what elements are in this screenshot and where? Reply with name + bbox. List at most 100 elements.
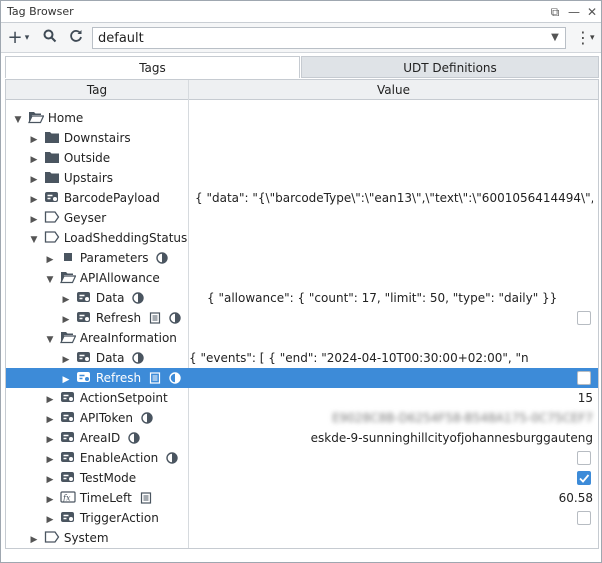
tag-name: Refresh (95, 371, 142, 385)
tag-value[interactable]: { "events": [ { "end": "2024-04-10T00:30… (189, 348, 593, 368)
chevron-right-icon[interactable]: ▶ (28, 130, 40, 150)
tag-name: Upstairs (63, 171, 114, 185)
checkmark-icon (579, 474, 590, 483)
tag-provider-value: default (98, 31, 144, 46)
folder-icon (44, 132, 59, 143)
scripted-badge-icon (169, 372, 181, 384)
chevron-down-icon[interactable]: ▼ (547, 29, 563, 47)
tag-name: System (63, 531, 109, 545)
tag-name: EnableAction (79, 451, 159, 465)
refresh-checkbox[interactable] (577, 371, 591, 385)
tag-value[interactable]: 60.58 (189, 488, 593, 508)
memory-tag-icon (60, 412, 74, 422)
popout-icon[interactable]: ⧉ (547, 4, 563, 20)
tree-row-areainformation-data[interactable]: ▶ Data { "events": [ { "end": "2024-04-1… (6, 348, 598, 368)
tree-row-enableaction[interactable]: ▶ EnableAction (6, 448, 598, 468)
tree-row-geyser[interactable]: ▶ Geyser (6, 208, 598, 228)
tree-row-apitoken[interactable]: ▶ APIToken E9028C8B-D6254F58-B548A175-0C… (6, 408, 598, 428)
tag-name: Parameters (79, 251, 149, 265)
scripted-badge-icon (156, 252, 169, 264)
minimize-icon[interactable]: — (566, 4, 582, 20)
chevron-down-icon[interactable]: ▼ (28, 230, 40, 250)
tree-row-apiallowance-refresh[interactable]: ▶ Refresh (6, 308, 598, 328)
tree-row-upstairs[interactable]: ▶ Upstairs (6, 168, 598, 188)
tree-row-areainformation[interactable]: ▼ AreaInformation (6, 328, 598, 348)
udt-instance-icon (44, 211, 60, 223)
tree-row-actionsetpoint[interactable]: ▶ ActionSetpoint 15 (6, 388, 598, 408)
refresh-checkbox[interactable] (577, 311, 591, 325)
tab-udt-definitions[interactable]: UDT Definitions (301, 56, 599, 78)
chevron-right-icon[interactable]: ▶ (44, 390, 56, 410)
chevron-right-icon[interactable]: ▶ (44, 470, 56, 490)
tag-provider-select[interactable]: default ▼ (92, 27, 566, 49)
search-icon[interactable] (41, 27, 59, 49)
memory-tag-icon (60, 452, 74, 462)
chevron-right-icon[interactable]: ▶ (28, 210, 40, 230)
tree-row-apiallowance-data[interactable]: ▶ Data { "allowance": { "count": 17, "li… (6, 288, 598, 308)
more-options-dropdown-icon[interactable]: ▾ (590, 29, 595, 47)
chevron-right-icon[interactable]: ▶ (44, 250, 56, 270)
more-options-icon[interactable]: ⋮ (575, 29, 591, 47)
chevron-down-icon[interactable]: ▼ (44, 330, 56, 350)
chevron-right-icon[interactable]: ▶ (44, 510, 56, 530)
open-folder-icon (59, 332, 76, 344)
triggeraction-checkbox[interactable] (577, 511, 591, 525)
chevron-right-icon[interactable]: ▶ (60, 350, 72, 370)
document-badge-icon (149, 372, 161, 384)
testmode-checkbox[interactable] (577, 471, 591, 485)
chevron-right-icon[interactable]: ▶ (28, 530, 40, 548)
memory-tag-icon (60, 432, 74, 442)
tag-name: TimeLeft (79, 491, 132, 505)
scripted-badge-icon (166, 452, 178, 464)
tag-name: Geyser (63, 211, 107, 225)
tag-name: Refresh (95, 311, 142, 325)
column-header-tag[interactable]: Tag (6, 80, 188, 100)
open-folder-icon (27, 112, 44, 124)
chevron-right-icon[interactable]: ▶ (60, 370, 72, 390)
tag-name: Outside (63, 151, 111, 165)
tree-row-apiallowance[interactable]: ▼ APIAllowance (6, 268, 598, 288)
chevron-down-icon[interactable]: ▼ (12, 110, 24, 130)
tree-row-areaid[interactable]: ▶ AreaID eskde-9-sunninghillcityofjohann… (6, 428, 598, 448)
tag-name: APIToken (79, 411, 133, 425)
enableaction-checkbox[interactable] (577, 451, 591, 465)
tree-row-loadsheddingstatus[interactable]: ▼ LoadSheddingStatus (6, 228, 598, 248)
tag-value[interactable]: { "data": "{\"barcodeType\":\"ean13\",\"… (189, 188, 593, 208)
tag-value-redacted[interactable]: E9028C8B-D6254F58-B548A175-0C75CEF7 (189, 408, 593, 428)
add-dropdown-icon[interactable]: ▾ (23, 27, 31, 49)
tree-row-barcodepayload[interactable]: ▶ BarcodePayload { "data": "{\"barcodeTy… (6, 188, 598, 208)
tag-name: TestMode (79, 471, 137, 485)
tree-row-outside[interactable]: ▶ Outside (6, 148, 598, 168)
chevron-right-icon[interactable]: ▶ (60, 290, 72, 310)
chevron-right-icon[interactable]: ▶ (44, 490, 56, 510)
chevron-right-icon[interactable]: ▶ (44, 430, 56, 450)
chevron-right-icon[interactable]: ▶ (44, 410, 56, 430)
tree-row-system[interactable]: ▶ System (6, 528, 598, 548)
tab-tags[interactable]: Tags (5, 56, 300, 78)
tree-row-home[interactable]: ▼ Home (6, 108, 598, 128)
tag-value[interactable]: eskde-9-sunninghillcityofjohannesburggau… (189, 428, 593, 448)
tree-row-timeleft[interactable]: ▶ fx TimeLeft 60.58 (6, 488, 598, 508)
close-icon[interactable]: ✕ (584, 4, 600, 20)
tree-row-triggeraction[interactable]: ▶ TriggerAction (6, 508, 598, 528)
tree-row-downstairs[interactable]: ▶ Downstairs (6, 128, 598, 148)
tag-value[interactable]: 15 (189, 388, 593, 408)
tree-row-testmode[interactable]: ▶ TestMode (6, 468, 598, 488)
chevron-right-icon[interactable]: ▶ (60, 310, 72, 330)
window-title: Tag Browser (7, 5, 74, 18)
tag-value[interactable]: { "allowance": { "count": 17, "limit": 5… (189, 288, 593, 308)
table-header: Tag Value (6, 80, 598, 100)
chevron-right-icon[interactable]: ▶ (28, 150, 40, 170)
document-badge-icon (140, 492, 151, 504)
refresh-icon[interactable] (67, 27, 85, 49)
chevron-right-icon[interactable]: ▶ (28, 170, 40, 190)
chevron-right-icon[interactable]: ▶ (28, 190, 40, 210)
chevron-right-icon[interactable]: ▶ (44, 450, 56, 470)
tree-row-areainformation-refresh[interactable]: ▶ Refresh (6, 368, 598, 388)
tree-row-parameters[interactable]: ▶ Parameters (6, 248, 598, 268)
document-badge-icon (149, 312, 161, 324)
plus-icon[interactable]: + (7, 27, 23, 49)
tag-name: BarcodePayload (63, 191, 160, 205)
column-header-value[interactable]: Value (189, 80, 598, 100)
chevron-down-icon[interactable]: ▼ (44, 270, 56, 290)
